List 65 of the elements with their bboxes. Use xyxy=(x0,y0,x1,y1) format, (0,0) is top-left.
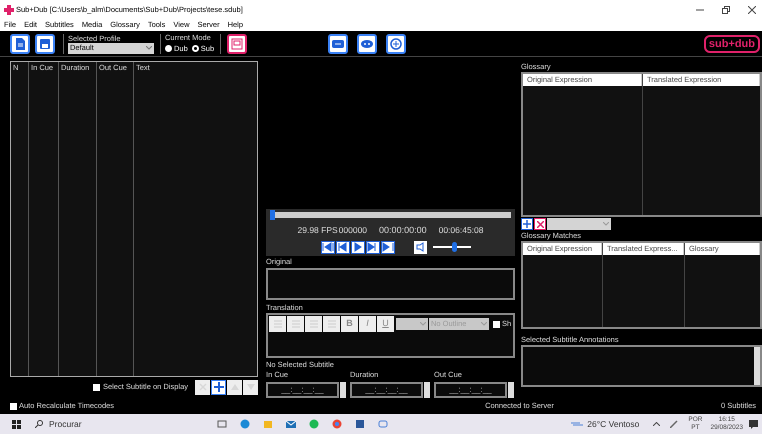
plus-icon xyxy=(214,382,224,392)
original-text-box[interactable] xyxy=(266,268,515,300)
timecode-field[interactable]: __:__:__:__ xyxy=(266,382,339,398)
checkbox[interactable] xyxy=(493,320,500,328)
align-icon xyxy=(292,320,300,328)
fps-label: 29.98 FPS xyxy=(298,224,338,238)
close-icon xyxy=(536,220,544,228)
new-file-button[interactable] xyxy=(10,34,30,54)
seek-thumb[interactable] xyxy=(270,210,275,220)
search-box[interactable]: Procurar xyxy=(35,418,195,430)
scrollbar[interactable] xyxy=(754,347,760,385)
save-file-button[interactable] xyxy=(35,34,55,54)
task-view-icon[interactable] xyxy=(217,419,227,429)
windows-icon xyxy=(12,420,21,428)
skip-start-button[interactable] xyxy=(321,240,335,254)
timecode-field[interactable]: __:__:__:__ xyxy=(350,382,423,398)
chevron-icon xyxy=(603,222,609,226)
chevron-icon xyxy=(146,46,152,50)
align-button[interactable] xyxy=(323,316,340,332)
previous-icon xyxy=(337,242,349,252)
close-icon xyxy=(748,6,756,14)
volume-button[interactable] xyxy=(414,240,427,254)
notification-icon xyxy=(749,420,758,428)
chevron-up-icon xyxy=(653,422,660,426)
add-button[interactable] xyxy=(211,380,226,394)
seek-track[interactable] xyxy=(270,212,511,218)
wind-icon xyxy=(571,421,584,427)
annotations-box[interactable] xyxy=(521,345,762,387)
new-file-icon xyxy=(14,38,26,50)
previous-button[interactable] xyxy=(336,240,350,254)
save-file-icon xyxy=(39,38,51,50)
align-button[interactable] xyxy=(305,316,322,332)
checkbox[interactable] xyxy=(10,402,17,410)
play-button[interactable] xyxy=(351,240,365,254)
logo: sub+dub xyxy=(704,34,760,52)
speech-bubble-icon xyxy=(361,38,374,50)
volume-thumb[interactable] xyxy=(452,242,457,252)
frame-counter: 000000 xyxy=(338,224,368,238)
align-icon xyxy=(310,320,318,328)
align-icon xyxy=(328,320,336,328)
skip-start-icon xyxy=(322,242,334,252)
chat-icon[interactable] xyxy=(378,419,388,429)
book-button[interactable] xyxy=(227,34,248,54)
total-duration: 00:06:45:08 xyxy=(438,224,484,238)
mail-icon[interactable] xyxy=(286,419,296,429)
timecode-field[interactable]: __:__:__:__ xyxy=(434,382,507,398)
app-icon xyxy=(4,4,14,14)
weather-text[interactable]: 26°C Ventoso xyxy=(587,418,640,430)
skip-end-icon xyxy=(382,242,394,252)
next-button[interactable] xyxy=(366,240,380,254)
skip-end-button[interactable] xyxy=(381,240,395,254)
align-icon xyxy=(274,320,282,328)
checkbox[interactable] xyxy=(92,384,100,390)
speech-bubble-button[interactable] xyxy=(357,34,378,54)
search-icon xyxy=(35,420,43,428)
play-icon xyxy=(352,242,364,252)
speaker-icon xyxy=(416,242,426,252)
chevron-icon xyxy=(420,322,426,326)
align-button[interactable] xyxy=(269,316,286,332)
chevron-icon xyxy=(481,322,487,326)
restore-icon xyxy=(722,6,730,14)
current-time: 00:00:00:00 xyxy=(379,224,427,237)
align-button[interactable] xyxy=(287,316,304,332)
size-dropdown[interactable] xyxy=(396,318,428,330)
plus-icon xyxy=(523,220,531,228)
